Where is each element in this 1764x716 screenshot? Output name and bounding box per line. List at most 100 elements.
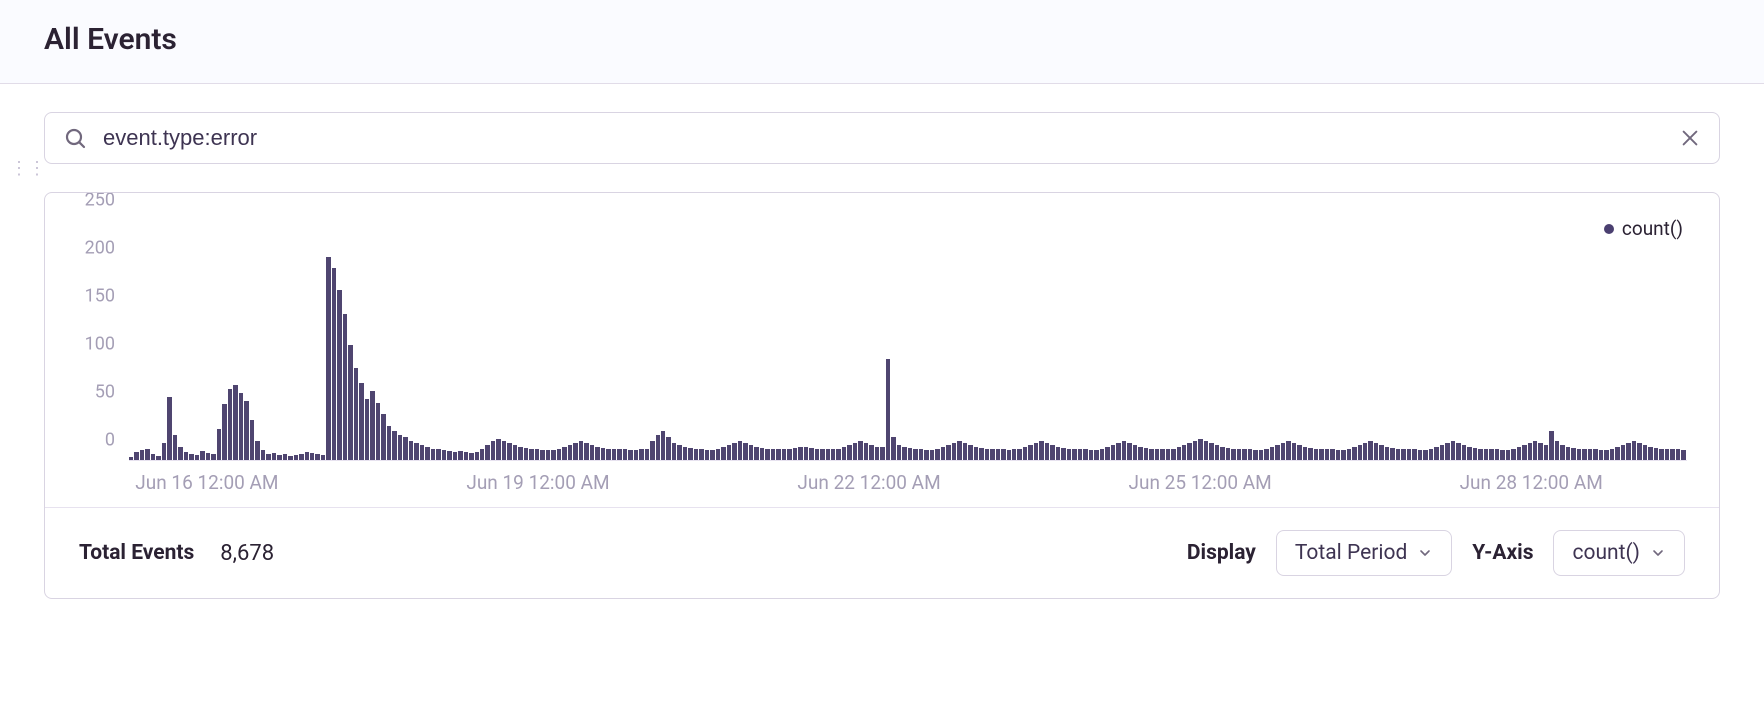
- chart-bar[interactable]: [370, 391, 374, 460]
- chart-bar[interactable]: [1665, 449, 1669, 460]
- chart-bar[interactable]: [1303, 447, 1307, 460]
- chart-bar[interactable]: [815, 449, 819, 460]
- chart-bar[interactable]: [1615, 447, 1619, 460]
- chart-bar[interactable]: [1648, 447, 1652, 460]
- chart-bar[interactable]: [1451, 441, 1455, 460]
- chart-bar[interactable]: [315, 454, 319, 460]
- chart-bar[interactable]: [1484, 449, 1488, 460]
- chart-bar[interactable]: [288, 456, 292, 460]
- chart-bar[interactable]: [392, 431, 396, 460]
- chart-bar[interactable]: [952, 443, 956, 460]
- chart-bar[interactable]: [957, 441, 961, 460]
- chart-bar[interactable]: [875, 447, 879, 460]
- chart-bar[interactable]: [546, 450, 550, 460]
- chart-bar[interactable]: [1593, 449, 1597, 460]
- chart-bar[interactable]: [1017, 449, 1021, 460]
- chart-bar[interactable]: [913, 449, 917, 460]
- search-input[interactable]: [103, 125, 1663, 151]
- chart-bar[interactable]: [1654, 448, 1658, 460]
- chart-bar[interactable]: [1056, 447, 1060, 460]
- chart-bar[interactable]: [1478, 449, 1482, 460]
- chart-bar[interactable]: [864, 443, 868, 460]
- chart-bar[interactable]: [409, 441, 413, 460]
- chart-bar[interactable]: [985, 449, 989, 460]
- chart-bar[interactable]: [1599, 450, 1603, 460]
- chart-bar[interactable]: [1149, 449, 1153, 460]
- yaxis-dropdown[interactable]: count(): [1553, 530, 1685, 576]
- chart-bar[interactable]: [1275, 445, 1279, 460]
- chart-bar[interactable]: [239, 393, 243, 460]
- chart-bar[interactable]: [1632, 441, 1636, 460]
- chart-bar[interactable]: [1401, 449, 1405, 460]
- chart-bar[interactable]: [381, 414, 385, 460]
- chart-bar[interactable]: [1144, 448, 1148, 460]
- chart-bar[interactable]: [1626, 443, 1630, 460]
- chart-bar[interactable]: [502, 441, 506, 460]
- chart-bar[interactable]: [529, 449, 533, 460]
- chart-bar[interactable]: [524, 448, 528, 460]
- chart-bar[interactable]: [809, 448, 813, 460]
- drag-handle-icon[interactable]: ⋮⋮: [10, 158, 46, 179]
- chart-bar[interactable]: [1385, 447, 1389, 460]
- chart-bar[interactable]: [211, 454, 215, 460]
- chart-bar[interactable]: [886, 359, 890, 461]
- chart-bar[interactable]: [847, 445, 851, 460]
- chart-bar[interactable]: [946, 445, 950, 460]
- chart-bar[interactable]: [343, 314, 347, 460]
- chart-bar[interactable]: [1226, 448, 1230, 460]
- chart-bar[interactable]: [551, 450, 555, 460]
- chart-bar[interactable]: [1270, 447, 1274, 460]
- chart-bar[interactable]: [266, 454, 270, 460]
- chart-bar[interactable]: [891, 437, 895, 460]
- chart-bar[interactable]: [1264, 449, 1268, 460]
- chart-bar[interactable]: [1445, 443, 1449, 460]
- chart-bar[interactable]: [178, 447, 182, 460]
- chart-bar[interactable]: [968, 445, 972, 460]
- chart-bar[interactable]: [1517, 447, 1521, 460]
- chart-bar[interactable]: [699, 449, 703, 460]
- chart-bar[interactable]: [1538, 443, 1542, 460]
- chart-bar[interactable]: [294, 455, 298, 460]
- chart-bar[interactable]: [710, 450, 714, 460]
- chart-bar[interactable]: [897, 445, 901, 460]
- chart-bar[interactable]: [869, 445, 873, 460]
- chart-bar[interactable]: [1281, 443, 1285, 460]
- chart-bar[interactable]: [1347, 449, 1351, 460]
- chart-bar[interactable]: [760, 448, 764, 460]
- chart-bar[interactable]: [518, 447, 522, 460]
- chart-bar[interactable]: [1325, 449, 1329, 460]
- chart-bar[interactable]: [590, 445, 594, 460]
- chart-bar[interactable]: [1072, 449, 1076, 460]
- chart-bar[interactable]: [469, 453, 473, 460]
- chart-bar[interactable]: [782, 449, 786, 460]
- chart-bar[interactable]: [1506, 450, 1510, 460]
- chart-bar[interactable]: [485, 445, 489, 460]
- chart-bar[interactable]: [1028, 445, 1032, 460]
- chart-bar[interactable]: [601, 448, 605, 460]
- chart-bar[interactable]: [1100, 449, 1104, 460]
- chart-bar[interactable]: [1001, 449, 1005, 460]
- chart-bar[interactable]: [842, 447, 846, 460]
- chart-bar[interactable]: [272, 453, 276, 460]
- chart-bar[interactable]: [1166, 449, 1170, 460]
- chart-bar[interactable]: [721, 447, 725, 460]
- display-dropdown[interactable]: Total Period: [1276, 530, 1452, 576]
- chart-bar[interactable]: [206, 453, 210, 460]
- chart-bar[interactable]: [634, 450, 638, 460]
- chart-bar[interactable]: [595, 447, 599, 460]
- chart-bar[interactable]: [1533, 441, 1537, 460]
- chart-bar[interactable]: [464, 452, 468, 460]
- chart-bar[interactable]: [1297, 445, 1301, 460]
- chart-bar[interactable]: [1133, 445, 1137, 460]
- chart-bar[interactable]: [140, 450, 144, 460]
- chart-bar[interactable]: [326, 257, 330, 460]
- chart-bar[interactable]: [1160, 449, 1164, 460]
- chart-bar[interactable]: [1209, 443, 1213, 460]
- chart-bar[interactable]: [420, 445, 424, 460]
- chart-bar[interactable]: [1407, 449, 1411, 460]
- chart-bar[interactable]: [1171, 449, 1175, 460]
- chart-bar[interactable]: [321, 455, 325, 460]
- chart-bar[interactable]: [820, 449, 824, 460]
- chart-bar[interactable]: [1045, 443, 1049, 460]
- chart-bar[interactable]: [376, 403, 380, 460]
